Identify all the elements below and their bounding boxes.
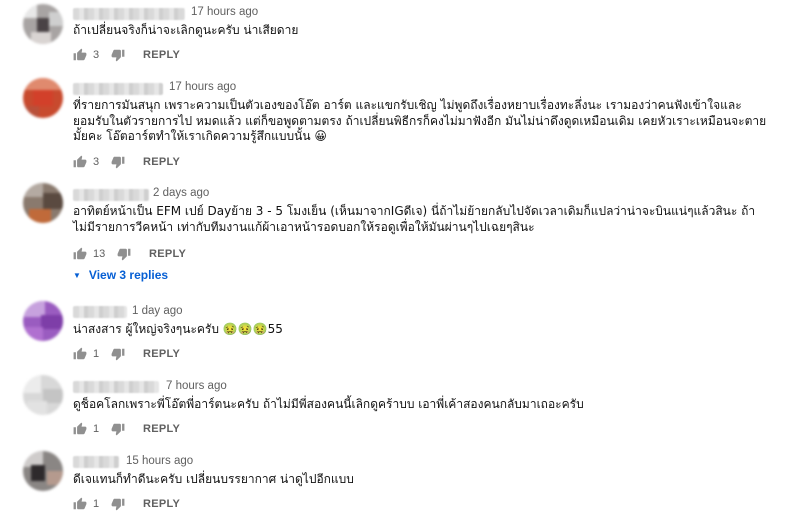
thumbs-down-icon[interactable] — [111, 48, 125, 62]
thumbs-up-icon[interactable] — [73, 155, 87, 169]
like-count: 13 — [93, 248, 106, 260]
comment-text: อาทิตย์หน้าเป็น EFM เปย์ Dayย้าย 3 - 5 โ… — [73, 204, 756, 234]
like-count: 3 — [93, 156, 100, 168]
thumbs-down-icon[interactable] — [111, 422, 125, 436]
thumbs-up-icon[interactable] — [73, 247, 87, 261]
author-name[interactable] — [73, 83, 163, 95]
like-count: 1 — [93, 348, 100, 360]
comment-text: ที่รายการมันสนุก เพราะความเป็นตัวเองของโ… — [73, 98, 767, 143]
comment-text: น่าสงสาร ผู้ใหญ่จริงๆนะครับ 🤢🤢🤢55 — [73, 322, 283, 336]
thumbs-up-icon[interactable] — [73, 497, 87, 511]
comment-timestamp[interactable]: 2 days ago — [153, 187, 209, 199]
comment-timestamp[interactable]: 7 hours ago — [166, 380, 227, 392]
thumbs-down-icon[interactable] — [111, 347, 125, 361]
like-count: 3 — [93, 49, 100, 61]
comment-text: ถ้าเปลี่ยนจริงก็น่าจะเลิกดูนะครับ น่าเสี… — [73, 23, 299, 37]
thumbs-down-icon[interactable] — [117, 247, 131, 261]
thumbs-up-icon[interactable] — [73, 422, 87, 436]
comment-text: ดูช็อคโลกเพราะพี่โอ๊ตพี่อาร์ตนะครับ ถ้าไ… — [73, 397, 584, 411]
chevron-down-icon: ▼ — [73, 271, 81, 280]
author-name[interactable] — [73, 306, 127, 318]
author-name[interactable] — [73, 381, 159, 393]
reply-button[interactable]: REPLY — [143, 347, 180, 361]
thumbs-down-icon[interactable] — [111, 155, 125, 169]
comment-timestamp[interactable]: 17 hours ago — [191, 6, 258, 18]
reply-button[interactable]: REPLY — [149, 247, 186, 261]
comment-text: ดีเจแทนก็ทำดีนะครับ เปลี่ยนบรรยากาศ น่าด… — [73, 472, 354, 486]
comment-timestamp[interactable]: 17 hours ago — [169, 81, 236, 93]
author-name[interactable] — [73, 189, 149, 201]
thumbs-up-icon[interactable] — [73, 347, 87, 361]
thumbs-up-icon[interactable] — [73, 48, 87, 62]
reply-button[interactable]: REPLY — [143, 497, 180, 511]
reply-button[interactable]: REPLY — [143, 422, 180, 436]
avatar[interactable] — [23, 301, 63, 341]
reply-button[interactable]: REPLY — [143, 155, 180, 169]
view-replies-label: View 3 replies — [88, 268, 169, 282]
avatar[interactable] — [23, 4, 63, 44]
avatar[interactable] — [23, 78, 63, 118]
avatar[interactable] — [23, 183, 63, 223]
author-name[interactable] — [73, 456, 119, 468]
comment-timestamp[interactable]: 1 day ago — [132, 305, 183, 317]
author-name[interactable] — [73, 8, 185, 20]
thumbs-down-icon[interactable] — [111, 497, 125, 511]
like-count: 1 — [93, 423, 100, 435]
view-replies-button[interactable]: ▼ View 3 replies — [73, 268, 168, 282]
avatar[interactable] — [23, 451, 63, 491]
reply-button[interactable]: REPLY — [143, 48, 180, 62]
comment-timestamp[interactable]: 15 hours ago — [126, 455, 193, 467]
avatar[interactable] — [23, 375, 63, 415]
like-count: 1 — [93, 498, 100, 510]
